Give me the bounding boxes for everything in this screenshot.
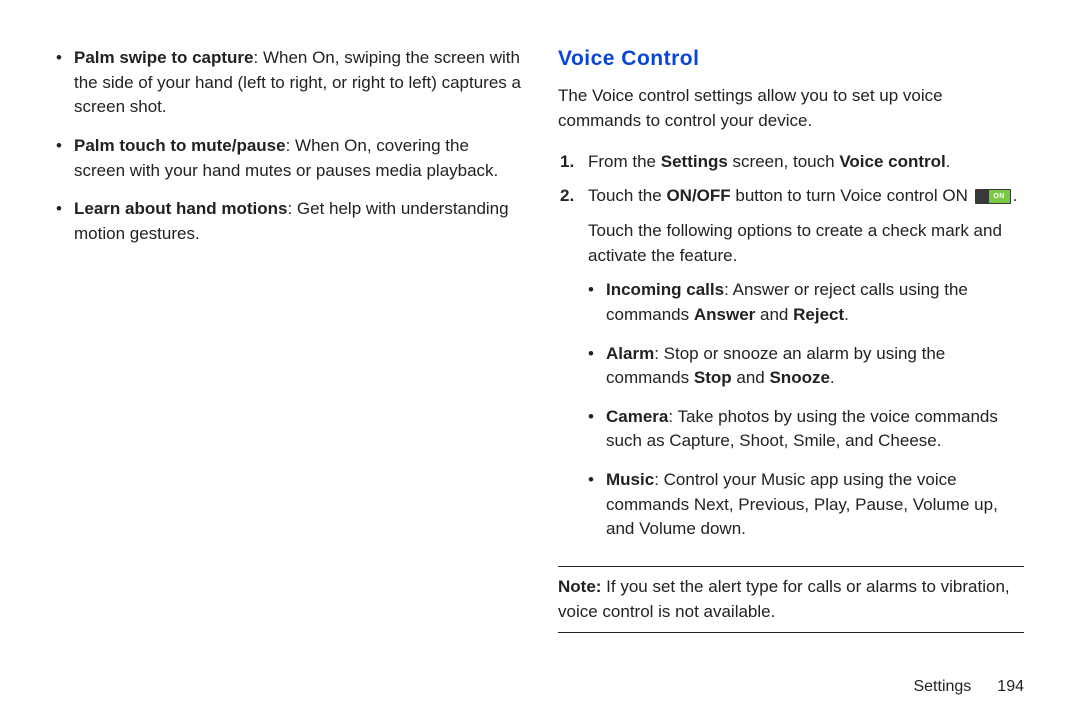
left-bullet-item: Palm swipe to capture: When On, swiping … <box>56 46 522 120</box>
option-title: Music <box>606 470 654 489</box>
left-bullet-item: Palm touch to mute/pause: When On, cover… <box>56 134 522 183</box>
option-title: Incoming calls <box>606 280 724 299</box>
note-text: If you set the alert type for calls or a… <box>558 577 1010 621</box>
footer-section: Settings <box>913 678 971 695</box>
left-column: Palm swipe to capture: When On, swiping … <box>56 44 522 700</box>
option-title: Camera <box>606 407 668 426</box>
option-bold: Reject <box>793 305 844 324</box>
option-text: . <box>844 305 849 324</box>
option-item: Camera: Take photos by using the voice c… <box>588 405 1024 454</box>
divider <box>558 632 1024 633</box>
option-bold: Stop <box>694 368 732 387</box>
step-text: From the <box>588 152 661 171</box>
note-label: Note: <box>558 577 601 596</box>
options-list: Incoming calls: Answer or reject calls u… <box>558 278 1024 542</box>
right-column: Voice Control The Voice control settings… <box>558 44 1024 700</box>
page-footer: Settings 194 <box>913 678 1024 696</box>
option-text: and <box>755 305 793 324</box>
note-line: Note: If you set the alert type for call… <box>558 575 1024 624</box>
step-text: . <box>946 152 951 171</box>
on-toggle-icon: ON <box>975 189 1011 204</box>
step-bold: ON/OFF <box>666 186 730 205</box>
on-toggle-label: ON <box>989 190 1010 203</box>
step-item: From the Settings screen, touch Voice co… <box>558 150 1024 175</box>
option-item: Alarm: Stop or snooze an alarm by using … <box>588 342 1024 391</box>
intro-text: The Voice control settings allow you to … <box>558 84 1024 133</box>
bullet-title: Learn about hand motions <box>74 199 287 218</box>
note-block: Note: If you set the alert type for call… <box>558 566 1024 633</box>
page: Palm swipe to capture: When On, swiping … <box>0 0 1080 720</box>
option-item: Music: Control your Music app using the … <box>588 468 1024 542</box>
step-text: Touch the <box>588 186 666 205</box>
bullet-title: Palm touch to mute/pause <box>74 136 286 155</box>
step-text: screen, touch <box>728 152 840 171</box>
option-text: : Control your Music app using the voice… <box>606 470 998 538</box>
sub-instruction: Touch the following options to create a … <box>558 219 1024 268</box>
left-bullet-item: Learn about hand motions: Get help with … <box>56 197 522 246</box>
step-text: . <box>1013 186 1018 205</box>
bullet-title: Palm swipe to capture <box>74 48 254 67</box>
footer-page-number: 194 <box>997 678 1024 695</box>
left-bullet-list: Palm swipe to capture: When On, swiping … <box>56 46 522 246</box>
step-text: button to turn Voice control ON <box>731 186 973 205</box>
option-text: . <box>830 368 835 387</box>
step-bold: Voice control <box>839 152 945 171</box>
option-title: Alarm <box>606 344 654 363</box>
option-bold: Answer <box>694 305 755 324</box>
steps-list: From the Settings screen, touch Voice co… <box>558 150 1024 209</box>
option-text: and <box>732 368 770 387</box>
divider <box>558 566 1024 567</box>
step-bold: Settings <box>661 152 728 171</box>
option-item: Incoming calls: Answer or reject calls u… <box>588 278 1024 327</box>
step-item: Touch the ON/OFF button to turn Voice co… <box>558 184 1024 209</box>
option-bold: Snooze <box>769 368 829 387</box>
section-heading: Voice Control <box>558 44 1024 74</box>
